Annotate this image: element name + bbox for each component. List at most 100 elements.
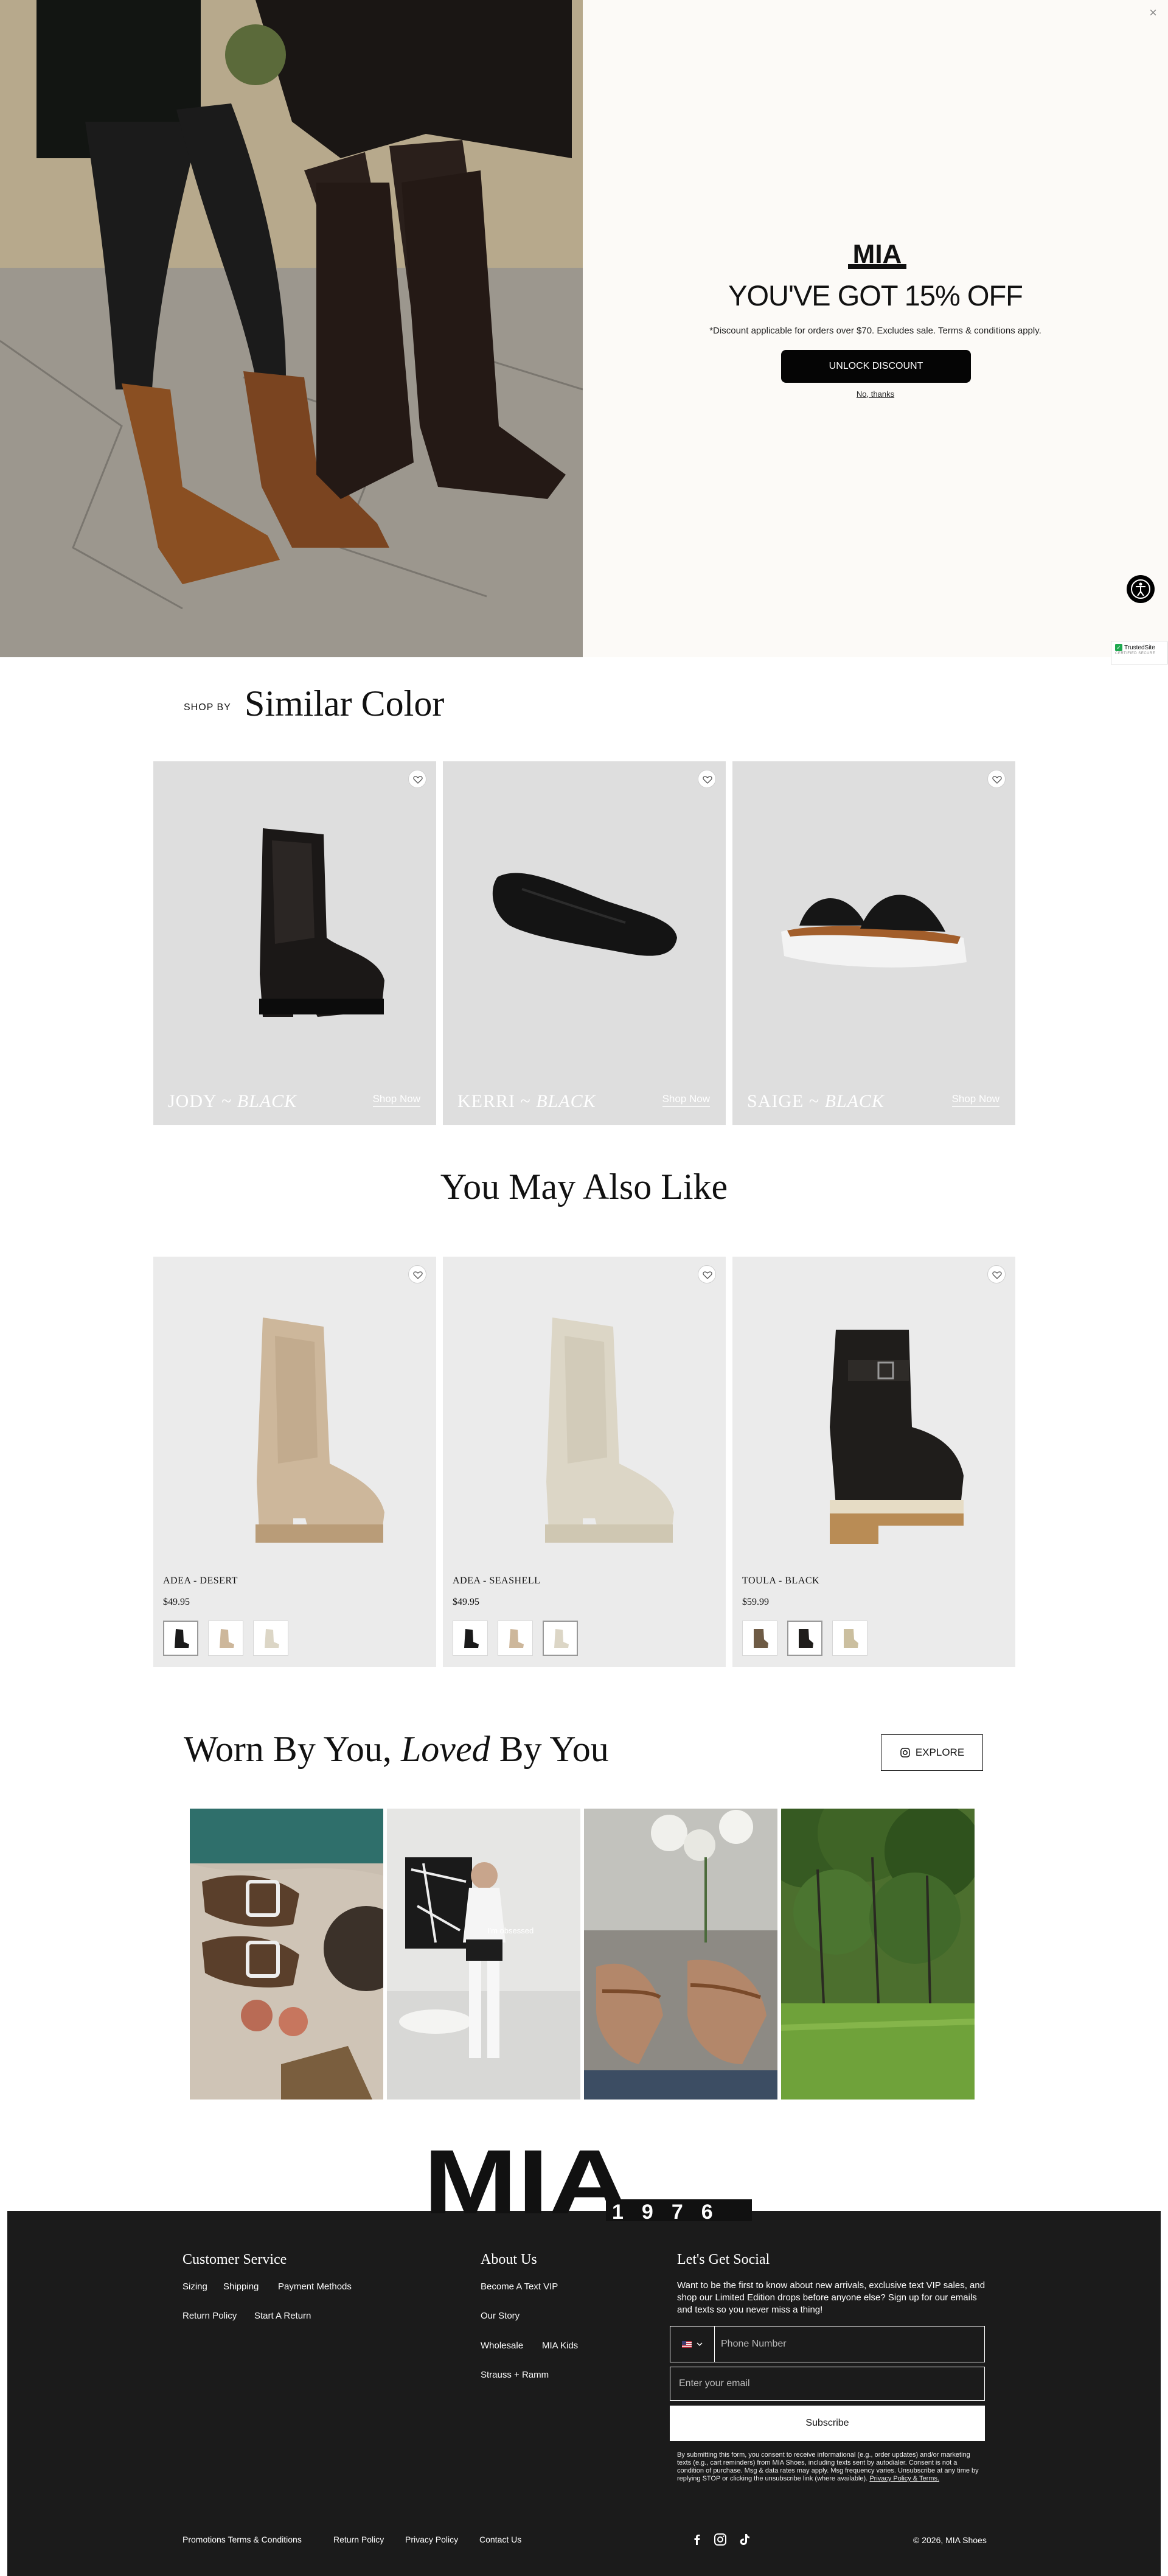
- ugc-photo-sandals[interactable]: [190, 1809, 383, 2100]
- footer-link-our-story[interactable]: Our Story: [481, 2311, 520, 2321]
- site-footer: [7, 2211, 1161, 2576]
- similar-card-saige[interactable]: SAIGE ~ BLACK Shop Now: [732, 761, 1015, 1125]
- close-icon[interactable]: ×: [1149, 5, 1157, 21]
- footer-link-payment-methods[interactable]: Payment Methods: [278, 2281, 352, 2292]
- lets-get-social-heading: Let's Get Social: [677, 2252, 770, 2267]
- color-swatches: [163, 1621, 288, 1656]
- trustedsite-badge[interactable]: ✓ TrustedSite CERTIFIED SECURE: [1111, 641, 1168, 665]
- worn-title-a: Worn By You,: [184, 1729, 392, 1769]
- shop-now-link[interactable]: Shop Now: [662, 1093, 710, 1107]
- product-price: $49.95: [163, 1597, 190, 1607]
- product-price: $59.99: [742, 1597, 769, 1607]
- subscribe-button[interactable]: Subscribe: [670, 2406, 985, 2441]
- product-name[interactable]: ADEA - SEASHELL: [453, 1576, 540, 1586]
- wishlist-heart-icon[interactable]: [408, 770, 426, 788]
- color-swatches: [742, 1621, 867, 1656]
- wishlist-heart-icon[interactable]: [698, 770, 716, 788]
- tiktok-icon[interactable]: [738, 2533, 751, 2546]
- jody-boot-image: [259, 828, 384, 1017]
- adea-desert-image: [255, 1318, 384, 1543]
- worn-title-b: Loved: [400, 1729, 490, 1769]
- swatch-desert[interactable]: [208, 1621, 243, 1656]
- footer-contact-us[interactable]: Contact Us: [479, 2535, 521, 2544]
- copyright-text: © 2026, MIA Shoes: [913, 2535, 987, 2545]
- footer-link-return-policy[interactable]: Return Policy: [182, 2311, 237, 2321]
- product-card-adea-desert[interactable]: ADEA - DESERT $49.95: [153, 1257, 436, 1667]
- footer-link-strauss-ramm[interactable]: Strauss + Ramm: [481, 2370, 549, 2380]
- chevron-down-icon: [697, 2342, 703, 2347]
- footer-link-mia-kids[interactable]: MIA Kids: [542, 2340, 578, 2351]
- adea-seashell-image: [545, 1318, 674, 1543]
- shop-now-link[interactable]: Shop Now: [951, 1093, 999, 1107]
- product-card-toula-black[interactable]: TOULA - BLACK $59.99: [732, 1257, 1015, 1667]
- check-icon: ✓: [1115, 644, 1122, 651]
- swatch-desert[interactable]: [498, 1621, 533, 1656]
- swatch-brown[interactable]: [742, 1621, 777, 1656]
- trustedsite-sublabel: CERTIFIED SECURE: [1115, 652, 1156, 655]
- footer-privacy-policy[interactable]: Privacy Policy: [405, 2535, 458, 2544]
- ugc-photo-boots[interactable]: I'm obsessed: [387, 1809, 580, 2100]
- accessibility-icon: [1131, 579, 1150, 599]
- about-us-heading: About Us: [481, 2252, 537, 2267]
- popup-headline: YOU'VE GOT 15% OFF: [728, 279, 1023, 312]
- similar-style: KERRI: [457, 1091, 515, 1111]
- footer-link-start-a-return[interactable]: Start A Return: [254, 2311, 311, 2321]
- mia-logo: MIA: [848, 239, 906, 269]
- color-swatches: [453, 1621, 578, 1656]
- similar-color: BLACK: [536, 1091, 596, 1111]
- wishlist-heart-icon[interactable]: [987, 770, 1006, 788]
- footer-link-text-vip[interactable]: Become A Text VIP: [481, 2281, 558, 2292]
- phone-input[interactable]: [715, 2326, 984, 2362]
- no-thanks-link[interactable]: No, thanks: [583, 389, 1168, 399]
- similar-product-name: SAIGE ~ BLACK: [747, 1091, 885, 1111]
- footer-logo-year: 1976: [612, 2201, 731, 2222]
- country-selector[interactable]: [670, 2326, 715, 2362]
- customer-service-heading: Customer Service: [182, 2252, 287, 2267]
- worn-title-c: By You: [499, 1729, 609, 1769]
- worn-by-you-heading: Worn By You, Loved By You: [184, 1728, 609, 1770]
- footer-return-policy[interactable]: Return Policy: [333, 2535, 384, 2544]
- shop-by-label: SHOP BY: [184, 702, 231, 713]
- swatch-black[interactable]: [787, 1621, 822, 1656]
- footer-link-sizing[interactable]: Sizing: [182, 2281, 207, 2292]
- privacy-terms-link[interactable]: Privacy Policy & Terms.: [869, 2475, 939, 2482]
- wishlist-heart-icon[interactable]: [408, 1265, 426, 1283]
- footer-link-shipping[interactable]: Shipping: [223, 2281, 259, 2292]
- popup-disclaimer: *Discount applicable for orders over $70…: [709, 326, 1041, 336]
- instagram-icon[interactable]: [714, 2533, 727, 2546]
- similar-color-heading: Similar Color: [245, 683, 445, 724]
- swatch-black[interactable]: [453, 1621, 488, 1656]
- us-flag-icon: [682, 2340, 692, 2348]
- similar-style: SAIGE: [747, 1091, 804, 1111]
- similar-style: JODY: [168, 1091, 217, 1111]
- toula-black-image: [830, 1330, 964, 1544]
- wishlist-heart-icon[interactable]: [987, 1265, 1006, 1283]
- similar-card-jody[interactable]: JODY ~ BLACK Shop Now: [153, 761, 436, 1125]
- you-may-also-like-heading: You May Also Like: [440, 1167, 728, 1207]
- footer-link-wholesale[interactable]: Wholesale: [481, 2340, 523, 2351]
- product-price: $49.95: [453, 1597, 479, 1607]
- swatch-seashell[interactable]: [253, 1621, 288, 1656]
- product-name[interactable]: TOULA - BLACK: [742, 1576, 819, 1586]
- unlock-discount-button[interactable]: UNLOCK DISCOUNT: [781, 350, 971, 383]
- similar-card-kerri[interactable]: KERRI ~ BLACK Shop Now: [443, 761, 726, 1125]
- ugc-photo-trees[interactable]: [781, 1809, 975, 2100]
- explore-button[interactable]: EXPLORE: [881, 1734, 983, 1771]
- similar-product-name: KERRI ~ BLACK: [457, 1091, 596, 1111]
- wishlist-heart-icon[interactable]: [698, 1265, 716, 1283]
- footer-promotions-terms[interactable]: Promotions Terms & Conditions: [182, 2535, 302, 2544]
- accessibility-button[interactable]: [1127, 575, 1155, 603]
- similar-color: BLACK: [237, 1091, 297, 1111]
- ugc-caption: I'm obsessed: [487, 1926, 534, 1935]
- facebook-icon[interactable]: [690, 2533, 704, 2546]
- email-input[interactable]: [670, 2367, 985, 2401]
- ugc-photo-flats[interactable]: [584, 1809, 777, 2100]
- swatch-cream[interactable]: [832, 1621, 867, 1656]
- swatch-black[interactable]: [163, 1621, 198, 1656]
- trustedsite-label: TrustedSite: [1124, 644, 1155, 651]
- swatch-seashell[interactable]: [543, 1621, 578, 1656]
- shop-now-link[interactable]: Shop Now: [372, 1093, 420, 1107]
- product-name[interactable]: ADEA - DESERT: [163, 1576, 238, 1586]
- phone-field: [670, 2326, 985, 2362]
- product-card-adea-seashell[interactable]: ADEA - SEASHELL $49.95: [443, 1257, 726, 1667]
